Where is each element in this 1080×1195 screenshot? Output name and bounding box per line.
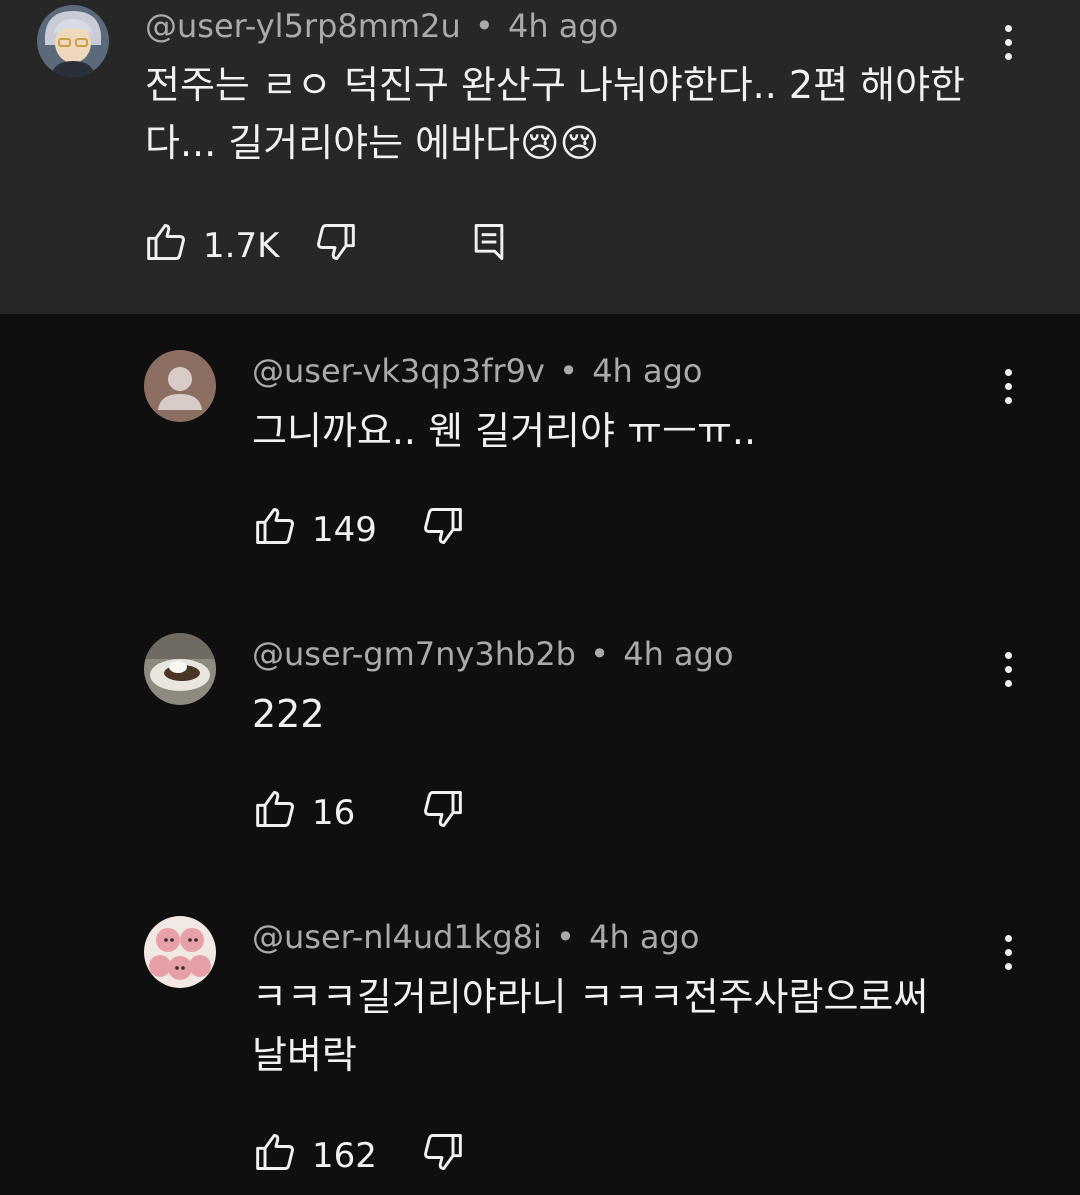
like-count: 162: [312, 1136, 377, 1176]
avatar[interactable]: [144, 916, 216, 988]
comment-text-line: 전주는 ㄹㅇ 덕진구 완산구 나눠야한다.. 2편 해야한: [145, 63, 966, 107]
comment-actions: 149: [254, 504, 514, 554]
thumbs-up-icon: [256, 508, 294, 544]
thumbs-up-icon: [256, 791, 294, 827]
comment-text-line: ㅋㅋㅋ길거리야라니 ㅋㅋㅋ전주사람으로써: [252, 975, 929, 1019]
comment-actions: 16: [254, 787, 514, 837]
comment-author[interactable]: @user-nl4ud1kg8i: [252, 918, 542, 956]
comment-text-line: 날벼락: [252, 1033, 357, 1077]
comment-meta: @user-vk3qp3fr9v • 4h ago: [252, 352, 703, 390]
thumbs-up-icon: [256, 1134, 294, 1170]
comment-author[interactable]: @user-yl5rp8mm2u: [145, 7, 461, 45]
reply-comment-icon: [474, 224, 504, 260]
comment-time: 4h ago: [623, 635, 734, 673]
thumbs-up-icon: [147, 224, 185, 260]
comment-meta: @user-yl5rp8mm2u • 4h ago: [145, 7, 618, 45]
like-button[interactable]: [254, 787, 298, 831]
comment-text: 그니까요.. 웬 길거리야 ㅠㅡㅠ..: [252, 402, 1012, 460]
like-count: 149: [312, 510, 377, 550]
pink-characters-icon: [144, 916, 216, 988]
thumbs-down-icon: [317, 224, 355, 260]
comment-time: 4h ago: [589, 918, 700, 956]
avatar[interactable]: [144, 350, 216, 422]
avatar[interactable]: [37, 5, 109, 77]
food-plate-photo-icon: [144, 633, 216, 705]
meta-separator: •: [590, 635, 610, 673]
comment-actions: 1.7K: [145, 220, 545, 270]
reply-button[interactable]: [467, 220, 511, 264]
comment-text: ㅋㅋㅋ길거리야라니 ㅋㅋㅋ전주사람으로써 날벼락: [252, 968, 1012, 1084]
thumbs-down-icon: [424, 1134, 462, 1170]
comment-author[interactable]: @user-gm7ny3hb2b: [252, 635, 576, 673]
dislike-button[interactable]: [313, 220, 357, 264]
comment-meta: @user-nl4ud1kg8i • 4h ago: [252, 918, 699, 956]
avatar[interactable]: [144, 633, 216, 705]
thumbs-down-icon: [424, 508, 462, 544]
default-person-icon: [144, 350, 216, 422]
comment-actions: 162: [254, 1130, 514, 1180]
comment-text-line: 그니까요.. 웬 길거리야 ㅠㅡㅠ..: [252, 409, 757, 453]
comment-thread-parent: @user-yl5rp8mm2u • 4h ago 전주는 ㄹㅇ 덕진구 완산구…: [0, 0, 1080, 314]
meta-separator: •: [556, 918, 575, 956]
comment-text-line: 다... 길거리야는 에바다😢😢: [145, 121, 600, 165]
meta-separator: •: [559, 352, 579, 390]
comment-meta: @user-gm7ny3hb2b • 4h ago: [252, 635, 734, 673]
like-button[interactable]: [254, 504, 298, 548]
dislike-button[interactable]: [420, 787, 464, 831]
anime-character-icon: [37, 5, 109, 77]
comment-time: 4h ago: [592, 352, 703, 390]
like-button[interactable]: [254, 1130, 298, 1174]
like-count: 1.7K: [203, 226, 280, 266]
comment-text: 222: [252, 685, 1012, 743]
comment-reply: @user-nl4ud1kg8i • 4h ago ㅋㅋㅋ길거리야라니 ㅋㅋㅋ전…: [0, 880, 1080, 1195]
like-count: 16: [312, 793, 356, 833]
comment-text: 전주는 ㄹㅇ 덕진구 완산구 나눠야한다.. 2편 해야한 다... 길거리야는…: [145, 56, 1005, 172]
comment-reply: @user-vk3qp3fr9v • 4h ago 그니까요.. 웬 길거리야 …: [0, 314, 1080, 597]
like-button[interactable]: [145, 220, 189, 264]
dislike-button[interactable]: [420, 504, 464, 548]
comment-reply: @user-gm7ny3hb2b • 4h ago 222 16: [0, 597, 1080, 880]
comment-text-line: 222: [252, 692, 325, 736]
thumbs-down-icon: [424, 791, 462, 827]
comment-time: 4h ago: [507, 7, 619, 45]
meta-separator: •: [474, 7, 494, 45]
dislike-button[interactable]: [420, 1130, 464, 1174]
comment-author[interactable]: @user-vk3qp3fr9v: [252, 352, 545, 390]
